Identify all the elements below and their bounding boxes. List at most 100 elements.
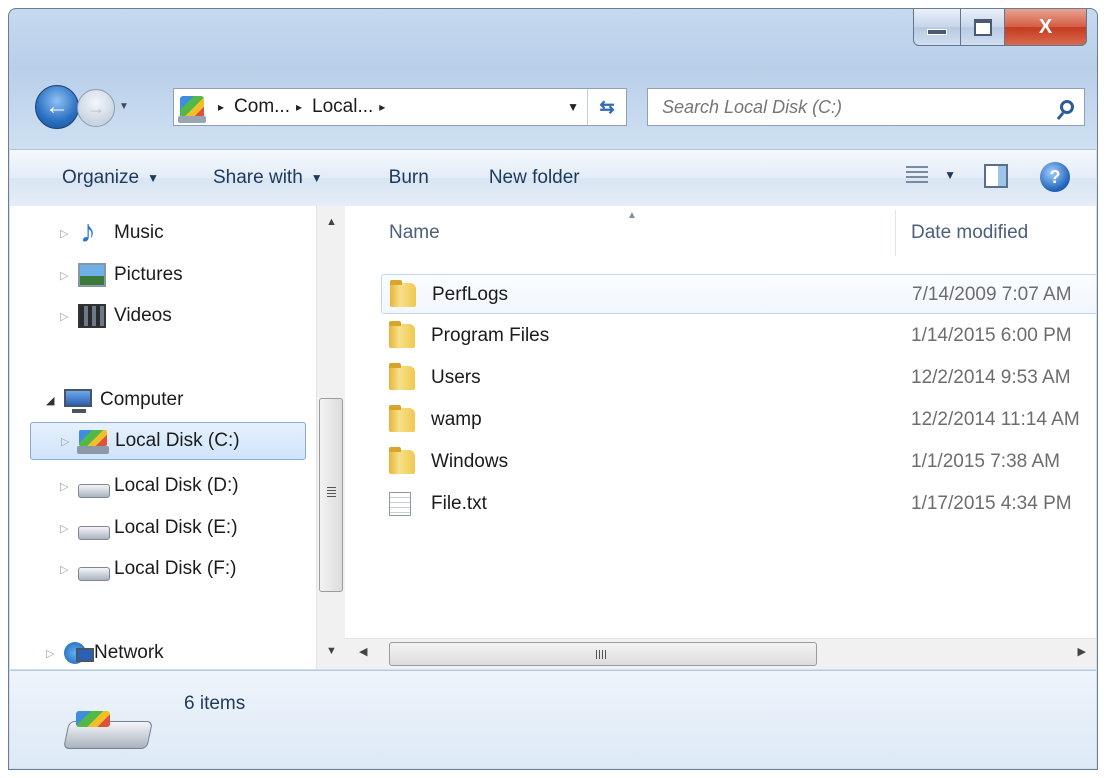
- column-header-date-modified[interactable]: Date modified: [911, 222, 1028, 244]
- breadcrumb-local-disk[interactable]: Local...: [312, 96, 373, 118]
- change-view-icon[interactable]: [906, 166, 928, 186]
- breadcrumb-computer[interactable]: Com...: [234, 96, 290, 118]
- organize-menu[interactable]: Organize ▼: [50, 167, 171, 189]
- caption-buttons: X: [913, 9, 1087, 46]
- sidebar-item-label: Videos: [114, 305, 172, 326]
- sidebar-item-label: Pictures: [114, 264, 183, 285]
- file-date: 1/17/2015 4:34 PM: [911, 493, 1072, 514]
- sidebar-item-local-disk-d[interactable]: ▷ Local Disk (D:): [60, 467, 239, 505]
- chevron-down-icon: ▼: [310, 171, 323, 185]
- details-pane: 6 items: [10, 670, 1096, 768]
- computer-icon: [64, 389, 92, 413]
- preview-pane-icon[interactable]: [984, 164, 1008, 188]
- breadcrumb: ▸ Com... ▸ Local... ▸: [212, 96, 395, 118]
- share-with-label: Share with: [213, 167, 303, 188]
- maximize-icon: [973, 18, 992, 36]
- file-row[interactable]: Windows 1/1/2015 7:38 AM: [381, 442, 1096, 482]
- scrollbar-thumb[interactable]: [319, 398, 343, 592]
- address-dropdown-icon[interactable]: ▼: [567, 100, 579, 114]
- forward-arrow-icon: →: [87, 97, 105, 118]
- drive-icon: [78, 557, 110, 581]
- navigation-pane: ▷ Music ▷ Pictures ▷ Videos ◢ Computer ▷…: [10, 206, 345, 669]
- expand-arrow-icon[interactable]: ▷: [60, 310, 72, 323]
- scroll-up-icon[interactable]: ▲: [326, 216, 337, 228]
- file-row[interactable]: PerfLogs 7/14/2009 7:07 AM: [381, 274, 1096, 314]
- sidebar-item-label: Local Disk (E:): [114, 517, 238, 538]
- file-row[interactable]: File.txt 1/17/2015 4:34 PM: [381, 484, 1096, 524]
- os-drive-large-icon: [66, 711, 148, 751]
- nav-pane-vertical-scrollbar[interactable]: ▲ ▼: [316, 206, 345, 669]
- sidebar-item-music[interactable]: ▷ Music: [60, 213, 164, 252]
- file-date: 12/2/2014 9:53 AM: [911, 367, 1071, 388]
- drive-icon: [78, 516, 110, 540]
- refresh-button[interactable]: ⇆: [587, 89, 626, 125]
- breadcrumb-separator-icon[interactable]: ▸: [296, 100, 302, 114]
- expand-arrow-icon[interactable]: ▷: [60, 522, 72, 535]
- file-name: PerfLogs: [432, 284, 509, 305]
- file-name: File.txt: [431, 493, 487, 514]
- burn-button[interactable]: Burn: [377, 167, 441, 189]
- chevron-down-icon: ▼: [147, 171, 159, 185]
- close-button[interactable]: X: [1005, 9, 1087, 46]
- sidebar-item-label: Music: [114, 222, 164, 243]
- sidebar-item-pictures[interactable]: ▷ Pictures: [60, 256, 183, 294]
- os-drive-icon: [178, 96, 206, 123]
- file-row[interactable]: wamp 12/2/2014 11:14 AM: [381, 400, 1096, 440]
- folder-icon: [390, 280, 416, 307]
- column-divider[interactable]: [895, 210, 896, 256]
- recent-pages-dropdown[interactable]: ▼: [119, 101, 129, 112]
- expand-arrow-icon[interactable]: ▷: [46, 647, 58, 660]
- forward-button[interactable]: →: [77, 89, 115, 127]
- scrollbar-thumb[interactable]: [389, 642, 817, 666]
- file-row[interactable]: Program Files 1/14/2015 6:00 PM: [381, 316, 1096, 356]
- expand-arrow-icon[interactable]: ▷: [60, 227, 72, 240]
- view-options-dropdown-icon[interactable]: ▼: [944, 168, 956, 182]
- folder-icon: [389, 447, 415, 474]
- new-folder-button[interactable]: New folder: [477, 167, 592, 189]
- address-bar[interactable]: ▸ Com... ▸ Local... ▸ ▼ ⇆: [173, 88, 627, 126]
- minimize-button[interactable]: [913, 9, 961, 46]
- search-icon[interactable]: [1060, 100, 1074, 114]
- sidebar-item-videos[interactable]: ▷ Videos: [60, 297, 172, 335]
- sidebar-item-computer[interactable]: ◢ Computer: [46, 381, 183, 419]
- sort-ascending-icon: ▲: [627, 210, 637, 221]
- sidebar-item-label: Local Disk (D:): [114, 475, 239, 496]
- search-input[interactable]: [660, 95, 1004, 119]
- back-arrow-icon: ←: [45, 93, 69, 120]
- new-folder-label: New folder: [488, 167, 580, 188]
- share-with-menu[interactable]: Share with ▼: [201, 167, 335, 189]
- help-icon[interactable]: ?: [1040, 162, 1070, 192]
- breadcrumb-separator-icon[interactable]: ▸: [379, 100, 385, 114]
- expand-arrow-icon[interactable]: ▷: [60, 269, 72, 282]
- file-name: Users: [431, 367, 481, 388]
- breadcrumb-separator-icon[interactable]: ▸: [218, 100, 224, 114]
- scroll-right-icon[interactable]: ▶: [1078, 645, 1086, 658]
- expand-arrow-icon[interactable]: ▷: [60, 563, 72, 576]
- scroll-left-icon[interactable]: ◀: [359, 645, 367, 658]
- expand-arrow-icon[interactable]: ▷: [61, 435, 73, 448]
- explorer-window: X ← → ▼ ▸ Com... ▸ Local... ▸ ▼ ⇆ Organi…: [8, 8, 1098, 770]
- network-icon: [64, 642, 94, 664]
- sidebar-item-label: Local Disk (C:): [115, 430, 240, 451]
- command-toolbar: Organize ▼ Share with ▼ Burn New folder …: [10, 149, 1096, 207]
- back-button[interactable]: ←: [35, 85, 79, 129]
- sidebar-item-local-disk-c[interactable]: ▷ Local Disk (C:): [30, 422, 306, 460]
- sidebar-item-label: Network: [94, 642, 164, 663]
- music-icon: [78, 213, 106, 250]
- search-box[interactable]: [647, 88, 1085, 126]
- expand-arrow-icon[interactable]: ▷: [60, 480, 72, 493]
- file-name: wamp: [431, 409, 482, 430]
- file-row[interactable]: Users 12/2/2014 9:53 AM: [381, 358, 1096, 398]
- sidebar-item-label: Local Disk (F:): [114, 558, 237, 579]
- column-header-name[interactable]: Name: [389, 222, 440, 244]
- file-list-horizontal-scrollbar[interactable]: ◀ ▶: [345, 638, 1096, 669]
- sidebar-item-local-disk-f[interactable]: ▷ Local Disk (F:): [60, 550, 236, 588]
- sidebar-item-network[interactable]: ▷ Network: [46, 634, 164, 672]
- collapse-arrow-icon[interactable]: ◢: [46, 394, 58, 407]
- drive-icon: [78, 474, 110, 498]
- file-name: Program Files: [431, 325, 550, 346]
- videos-icon: [78, 304, 106, 328]
- scroll-down-icon[interactable]: ▼: [326, 645, 337, 657]
- maximize-button[interactable]: [961, 9, 1005, 46]
- sidebar-item-local-disk-e[interactable]: ▷ Local Disk (E:): [60, 509, 238, 547]
